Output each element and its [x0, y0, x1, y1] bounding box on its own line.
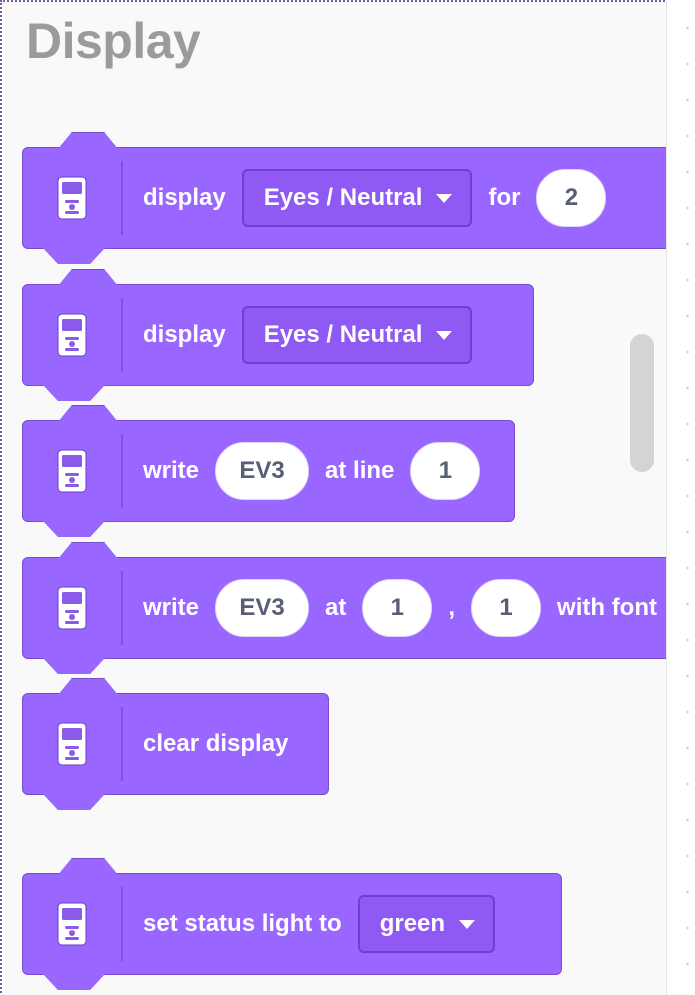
number-input[interactable]: 1 [471, 579, 542, 637]
block-content: display Eyes / Neutral for 2 [143, 169, 666, 227]
block-label: set status light to [143, 910, 342, 937]
dropdown-value: green [379, 910, 446, 937]
block-label: with font [557, 594, 657, 621]
ev3-brick-icon [23, 887, 123, 961]
block-content: write EV3 at line 1 [143, 442, 514, 500]
block-label: for [488, 184, 521, 211]
block-palette: Display display Eyes / Neutral for 2 displa… [2, 2, 666, 995]
block-content: write EV3 at 1, 1 with font [143, 579, 666, 637]
ev3-brick-icon [23, 434, 123, 508]
block-label: at line [325, 457, 395, 484]
block-label: write [143, 457, 200, 484]
ev3-brick-icon [23, 161, 123, 235]
text-input[interactable]: EV3 [215, 579, 310, 637]
dropdown-field[interactable]: Eyes / Neutral [241, 169, 473, 227]
caret-down-icon [459, 919, 476, 929]
ev3-brick-icon [23, 298, 123, 372]
comma-separator: , [448, 594, 456, 621]
block-write-at-line[interactable]: write EV3 at line 1 [22, 420, 515, 522]
block-label: clear display [143, 730, 289, 757]
workspace-edge[interactable] [666, 0, 695, 995]
block-write-at-xy[interactable]: write EV3 at 1, 1 with font [22, 557, 666, 659]
block-content: clear display [143, 730, 328, 758]
block-clear-display[interactable]: clear display [22, 693, 329, 795]
block-content: set status light to green [143, 895, 561, 953]
number-input[interactable]: 1 [410, 442, 481, 500]
dropdown-field[interactable]: Eyes / Neutral [241, 306, 473, 364]
block-label: write [143, 594, 200, 621]
caret-down-icon [436, 193, 453, 203]
category-title: Display [26, 13, 201, 69]
ev3-brick-icon [23, 707, 123, 781]
text-input[interactable]: EV3 [215, 442, 310, 500]
block-content: display Eyes / Neutral [143, 306, 533, 364]
block-label: display [143, 321, 226, 348]
block-display-for[interactable]: display Eyes / Neutral for 2 [22, 147, 666, 249]
number-input[interactable]: 1 [362, 579, 433, 637]
dropdown-value: Eyes / Neutral [263, 321, 423, 348]
dropdown-value: Eyes / Neutral [263, 184, 423, 211]
dropdown-field[interactable]: green [357, 895, 496, 953]
block-display[interactable]: display Eyes / Neutral [22, 284, 534, 386]
number-input[interactable]: 2 [536, 169, 607, 227]
ev3-brick-icon [23, 571, 123, 645]
block-set-status-light[interactable]: set status light to green [22, 873, 562, 975]
block-label: display [143, 184, 226, 211]
palette-scrollbar[interactable] [630, 334, 654, 472]
caret-down-icon [436, 330, 453, 340]
block-label: at [325, 594, 347, 621]
